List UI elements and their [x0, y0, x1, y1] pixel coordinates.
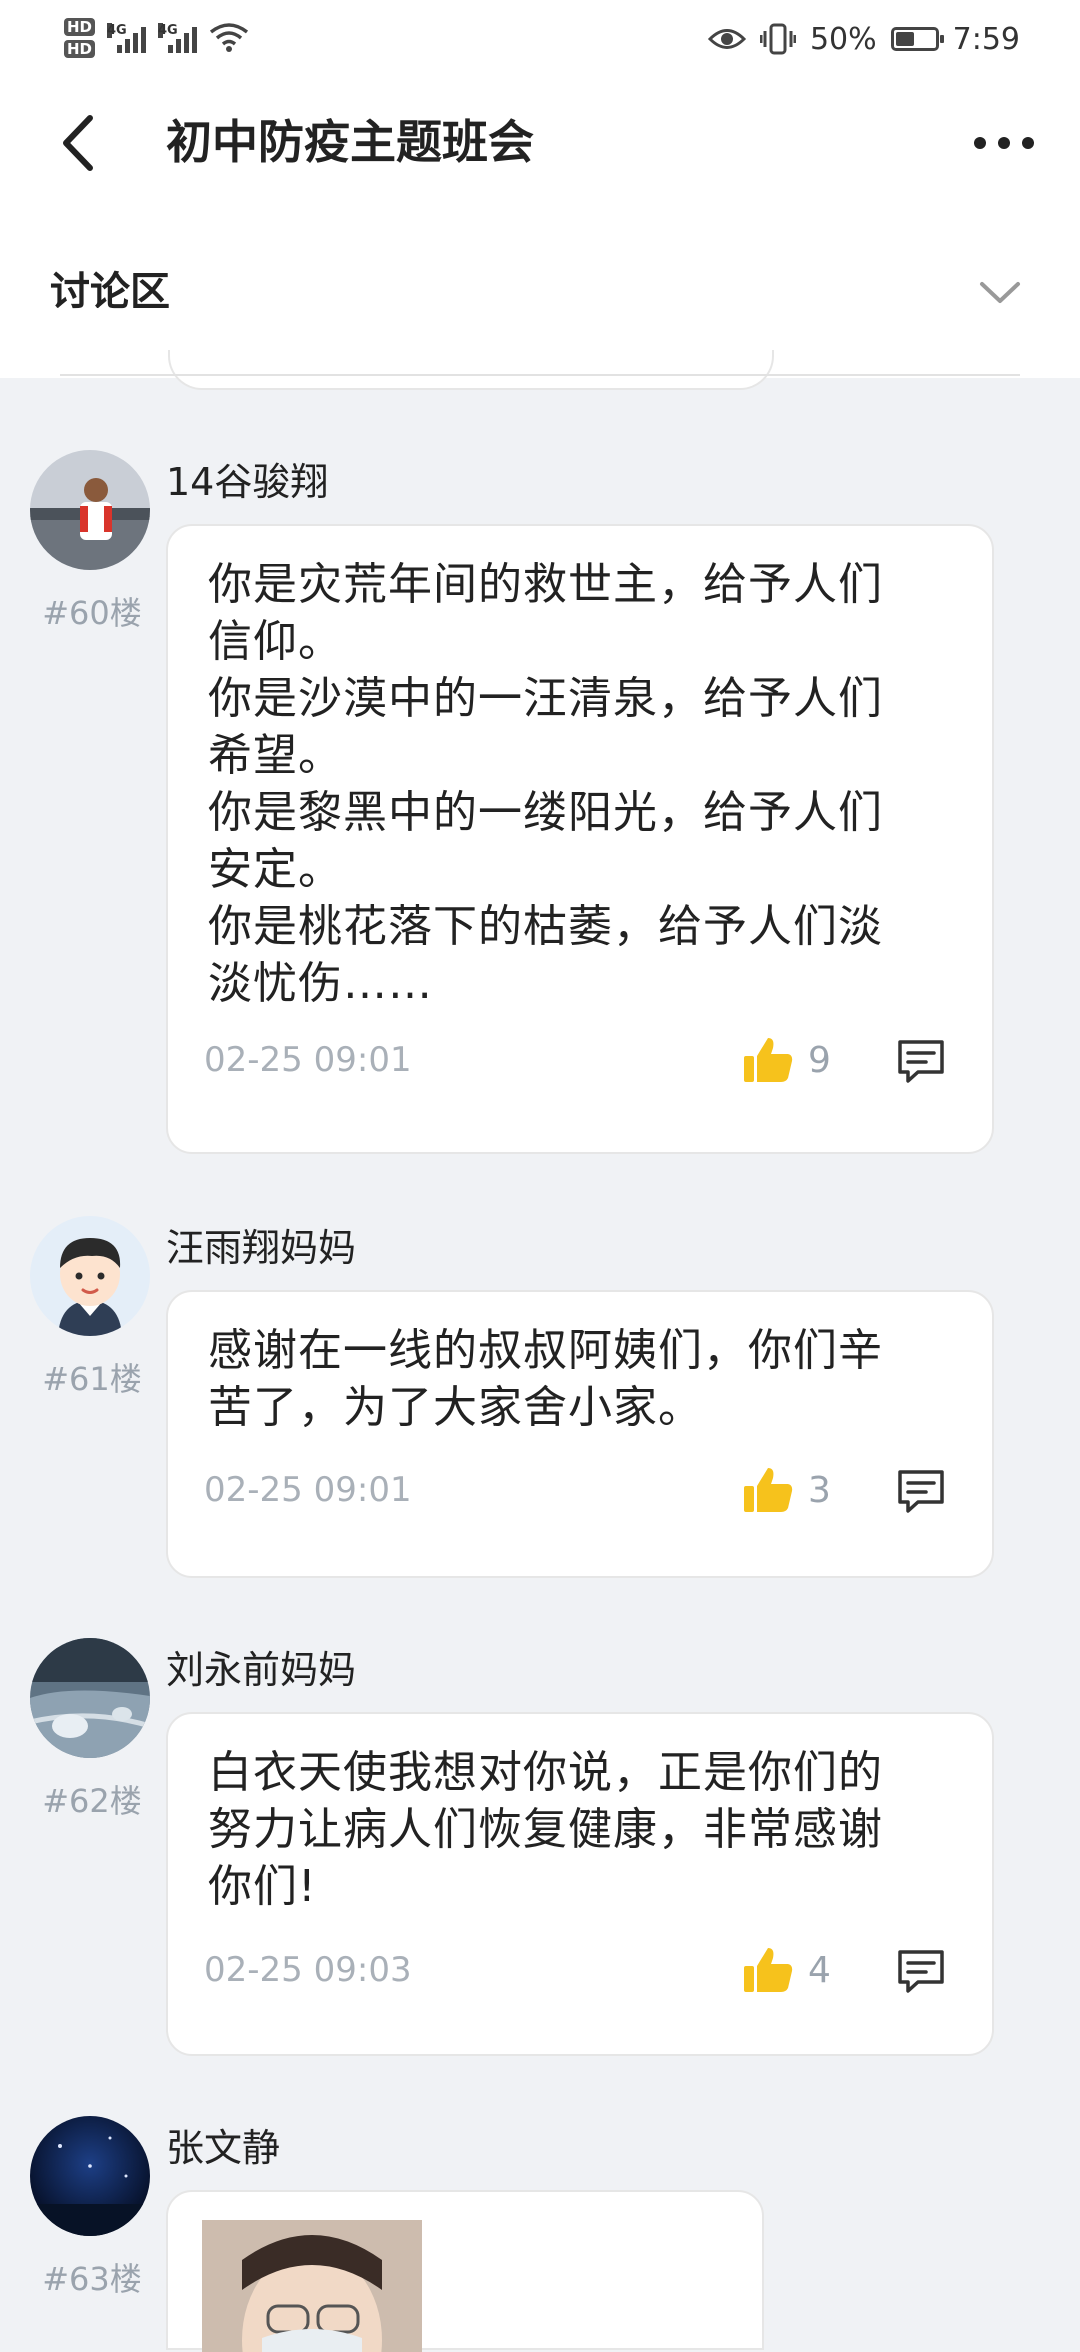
nav-bar: 初中防疫主题班会	[0, 90, 1080, 196]
clock: 7:59	[952, 21, 1020, 57]
more-options-icon[interactable]	[964, 118, 1044, 168]
status-left: HD HD 4G 4G	[64, 8, 249, 68]
author-name[interactable]: 14谷骏翔	[166, 450, 328, 514]
avatar[interactable]	[30, 1638, 150, 1758]
comment-text: 你是灾荒年间的救世主，给予人们 信仰。 你是沙漠中的一汪清泉，给予人们 希望。 …	[208, 559, 883, 1009]
avatar[interactable]	[30, 450, 150, 570]
floor-number: #60楼	[42, 594, 142, 632]
avatar[interactable]	[30, 2116, 150, 2236]
back-arrow-icon[interactable]	[48, 108, 118, 178]
like-count: 9	[808, 1039, 831, 1081]
post-time: 02-25 09:01	[204, 1470, 412, 1510]
signal-icon-1: 4G	[107, 23, 147, 53]
thumbs-up-icon	[744, 1038, 793, 1082]
comment-text: 白衣天使我想对你说，正是你们的 努力让病人们恢复健康，非常感谢 你们!	[208, 1747, 883, 1912]
hd-indicators: HD HD	[64, 18, 96, 58]
like-count: 3	[808, 1469, 831, 1511]
floor-number: #61楼	[42, 1360, 142, 1398]
reply-icon[interactable]	[896, 1036, 946, 1086]
status-bar: HD HD 4G 4G 50% 7:59	[0, 0, 1080, 76]
divider	[60, 374, 1020, 376]
floor-number: #62楼	[42, 1782, 142, 1820]
eye-icon	[707, 29, 746, 49]
author-name[interactable]: 汪雨翔妈妈	[166, 1216, 356, 1280]
avatar[interactable]	[30, 1216, 150, 1336]
hd-badge-1: HD	[64, 18, 96, 36]
thumbs-up-icon	[744, 1468, 793, 1512]
chevron-down-icon[interactable]	[972, 268, 1028, 318]
hd-badge-2: HD	[64, 40, 96, 58]
thumbs-up-icon	[744, 1948, 793, 1992]
header-area: HD HD 4G 4G 50% 7:59 初中防疫主题班会 讨论区	[0, 0, 1080, 378]
author-name[interactable]: 张文静	[166, 2116, 280, 2180]
author-name[interactable]: 刘永前妈妈	[166, 1638, 356, 1702]
like-button[interactable]: 3	[742, 1464, 831, 1516]
section-title: 讨论区	[50, 269, 170, 315]
page-title: 初中防疫主题班会	[166, 115, 534, 169]
comment-card: 感谢在一线的叔叔阿姨们，你们辛 苦了，为了大家舍小家。 02-25 09:01 …	[166, 1290, 994, 1578]
network-type-1: 4G	[107, 23, 127, 38]
wifi-icon	[209, 23, 249, 52]
network-type-2: 4G	[158, 23, 178, 38]
image-post-card	[166, 2190, 764, 2352]
post-time: 02-25 09:01	[204, 1040, 412, 1080]
reply-icon[interactable]	[896, 1946, 946, 1996]
status-right: 50% 7:59	[707, 14, 1020, 64]
comment-text: 感谢在一线的叔叔阿姨们，你们辛 苦了，为了大家舍小家。	[208, 1325, 883, 1433]
battery-percent: 50%	[809, 21, 877, 57]
reply-icon[interactable]	[896, 1466, 946, 1516]
signal-icon-2: 4G	[158, 23, 198, 53]
comment-card: 你是灾荒年间的救世主，给予人们 信仰。 你是沙漠中的一汪清泉，给予人们 希望。 …	[166, 524, 994, 1154]
battery-icon	[890, 27, 944, 51]
like-button[interactable]: 9	[742, 1034, 831, 1086]
post-photo[interactable]	[202, 2220, 422, 2352]
previous-card-edge	[168, 350, 774, 390]
vibrate-icon	[759, 23, 796, 55]
discussion-section-header[interactable]: 讨论区	[0, 240, 1080, 348]
like-button[interactable]: 4	[742, 1944, 831, 1996]
floor-number: #63楼	[42, 2260, 142, 2298]
comment-card: 白衣天使我想对你说，正是你们的 努力让病人们恢复健康，非常感谢 你们! 02-2…	[166, 1712, 994, 2056]
like-count: 4	[808, 1949, 831, 1991]
post-time: 02-25 09:03	[204, 1950, 412, 1990]
